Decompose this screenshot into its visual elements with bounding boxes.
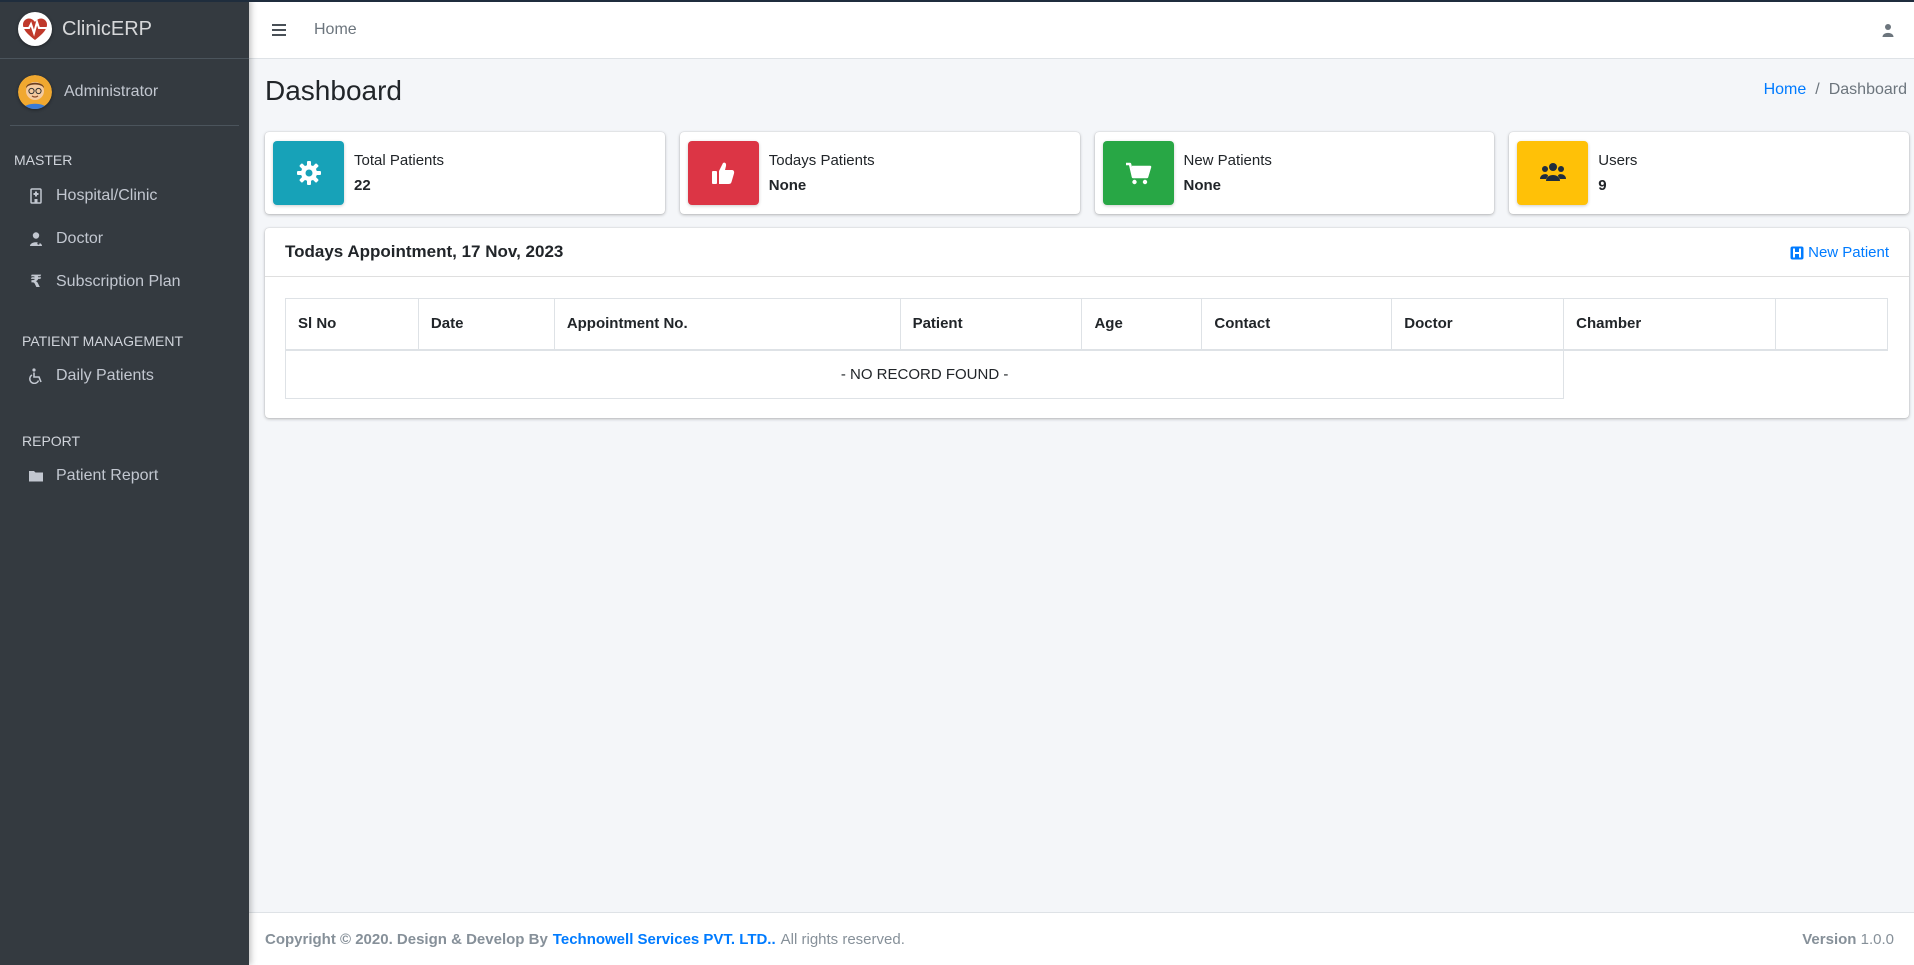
breadcrumb-home-link[interactable]: Home: [1764, 81, 1807, 99]
heartbeat-logo-icon: [18, 12, 52, 46]
column-header-actions: [1775, 298, 1888, 351]
user-name: Administrator: [64, 83, 159, 100]
info-label: Users: [1598, 152, 1638, 169]
info-number: 9: [1598, 177, 1607, 194]
column-header[interactable]: Date: [417, 298, 555, 351]
brand-link[interactable]: ClinicERP: [0, 0, 249, 59]
column-header[interactable]: Appointment No.: [553, 298, 901, 351]
column-header[interactable]: Patient: [899, 298, 1082, 351]
appointments-table: Sl No Date Appointment No. Patient Age C…: [284, 298, 1888, 399]
version-number: 1.0.0: [1860, 931, 1894, 948]
avatar: [18, 75, 52, 109]
info-box-todays-patients[interactable]: Todays Patients None: [679, 132, 1080, 214]
rupee-icon: ₹: [30, 271, 42, 291]
appointments-card: Todays Appointment, 17 Nov, 2023 New Pat…: [265, 228, 1909, 418]
sidebar: ClinicERP Administrator MASTER Hospital/…: [0, 0, 249, 965]
column-header[interactable]: Chamber: [1563, 298, 1776, 351]
info-label: New Patients: [1183, 152, 1272, 169]
top-border: [0, 0, 1914, 2]
column-header[interactable]: Sl No: [285, 298, 419, 351]
info-boxes: Total Patients 22 Todays Patients None N…: [265, 132, 1909, 214]
info-number: None: [1183, 177, 1222, 194]
info-number: None: [768, 177, 807, 194]
new-patient-button[interactable]: New Patient: [1790, 244, 1889, 261]
breadcrumb-separator: /: [1815, 81, 1820, 98]
new-patient-label: New Patient: [1808, 244, 1889, 261]
table-header-row: Sl No Date Appointment No. Patient Age C…: [285, 298, 1888, 351]
sidebar-item-label: Subscription Plan: [56, 272, 181, 290]
page-title: Dashboard: [265, 75, 402, 106]
breadcrumb-current: Dashboard: [1828, 81, 1907, 98]
sidebar-item-subscription-plan[interactable]: ₹ Subscription Plan: [0, 260, 249, 303]
nav-header-patient-management: PATIENT MANAGEMENT: [22, 333, 184, 349]
empty-message: - NO RECORD FOUND -: [284, 349, 1565, 399]
sidebar-item-label: Patient Report: [56, 466, 159, 484]
nav-header-master: MASTER: [14, 152, 73, 168]
footer-company-link[interactable]: Technowell Services PVT. LTD..: [553, 931, 776, 948]
sidebar-item-label: Daily Patients: [56, 366, 154, 384]
hospital-icon: [27, 187, 45, 205]
nav-home-link[interactable]: Home: [314, 21, 357, 39]
footer-rights: All rights reserved.: [780, 930, 905, 948]
card-title: Todays Appointment, 17 Nov, 2023: [285, 242, 564, 261]
column-header[interactable]: Age: [1081, 298, 1202, 351]
version-label: Version: [1802, 931, 1857, 948]
gear-icon: [273, 141, 344, 205]
nav-header-report: REPORT: [22, 433, 81, 449]
sidebar-item-patient-report[interactable]: Patient Report: [0, 454, 249, 497]
table-row: - NO RECORD FOUND -: [284, 349, 1888, 399]
info-number: 22: [354, 177, 371, 194]
info-label: Todays Patients: [768, 152, 875, 169]
info-box-new-patients[interactable]: New Patients None: [1094, 132, 1495, 214]
doctor-icon: [27, 230, 45, 248]
save-icon: [1790, 246, 1804, 259]
user-panel[interactable]: Administrator: [10, 59, 239, 126]
card-header: Todays Appointment, 17 Nov, 2023 New Pat…: [265, 228, 1909, 277]
footer-copyright: Copyright © 2020. Design & Develop By: [265, 930, 548, 948]
footer: Copyright © 2020. Design & Develop By Te…: [249, 912, 1914, 965]
sidebar-item-doctor[interactable]: Doctor: [0, 217, 249, 260]
footer-version: Version 1.0.0: [1802, 931, 1894, 948]
breadcrumb: Home / Dashboard: [1764, 81, 1907, 99]
users-icon: [1517, 141, 1589, 205]
folder-icon: [27, 467, 45, 485]
info-label: Total Patients: [354, 152, 445, 169]
sidebar-item-label: Doctor: [56, 229, 104, 247]
top-navbar: Home: [249, 2, 1914, 59]
user-icon[interactable]: [1881, 23, 1895, 37]
brand-name: ClinicERP: [62, 17, 153, 40]
sidebar-item-hospital-clinic[interactable]: Hospital/Clinic: [0, 174, 249, 217]
wheelchair-icon: [27, 367, 45, 385]
column-header[interactable]: Contact: [1201, 298, 1392, 351]
menu-toggle-icon[interactable]: [272, 24, 286, 36]
thumbs-up-icon: [687, 141, 759, 205]
sidebar-item-label: Hospital/Clinic: [56, 186, 158, 204]
column-header[interactable]: Doctor: [1391, 298, 1564, 351]
info-box-total-patients[interactable]: Total Patients 22: [265, 132, 665, 214]
cart-icon: [1102, 141, 1174, 205]
sidebar-item-daily-patients[interactable]: Daily Patients: [0, 354, 249, 397]
info-box-users[interactable]: Users 9: [1509, 132, 1909, 214]
